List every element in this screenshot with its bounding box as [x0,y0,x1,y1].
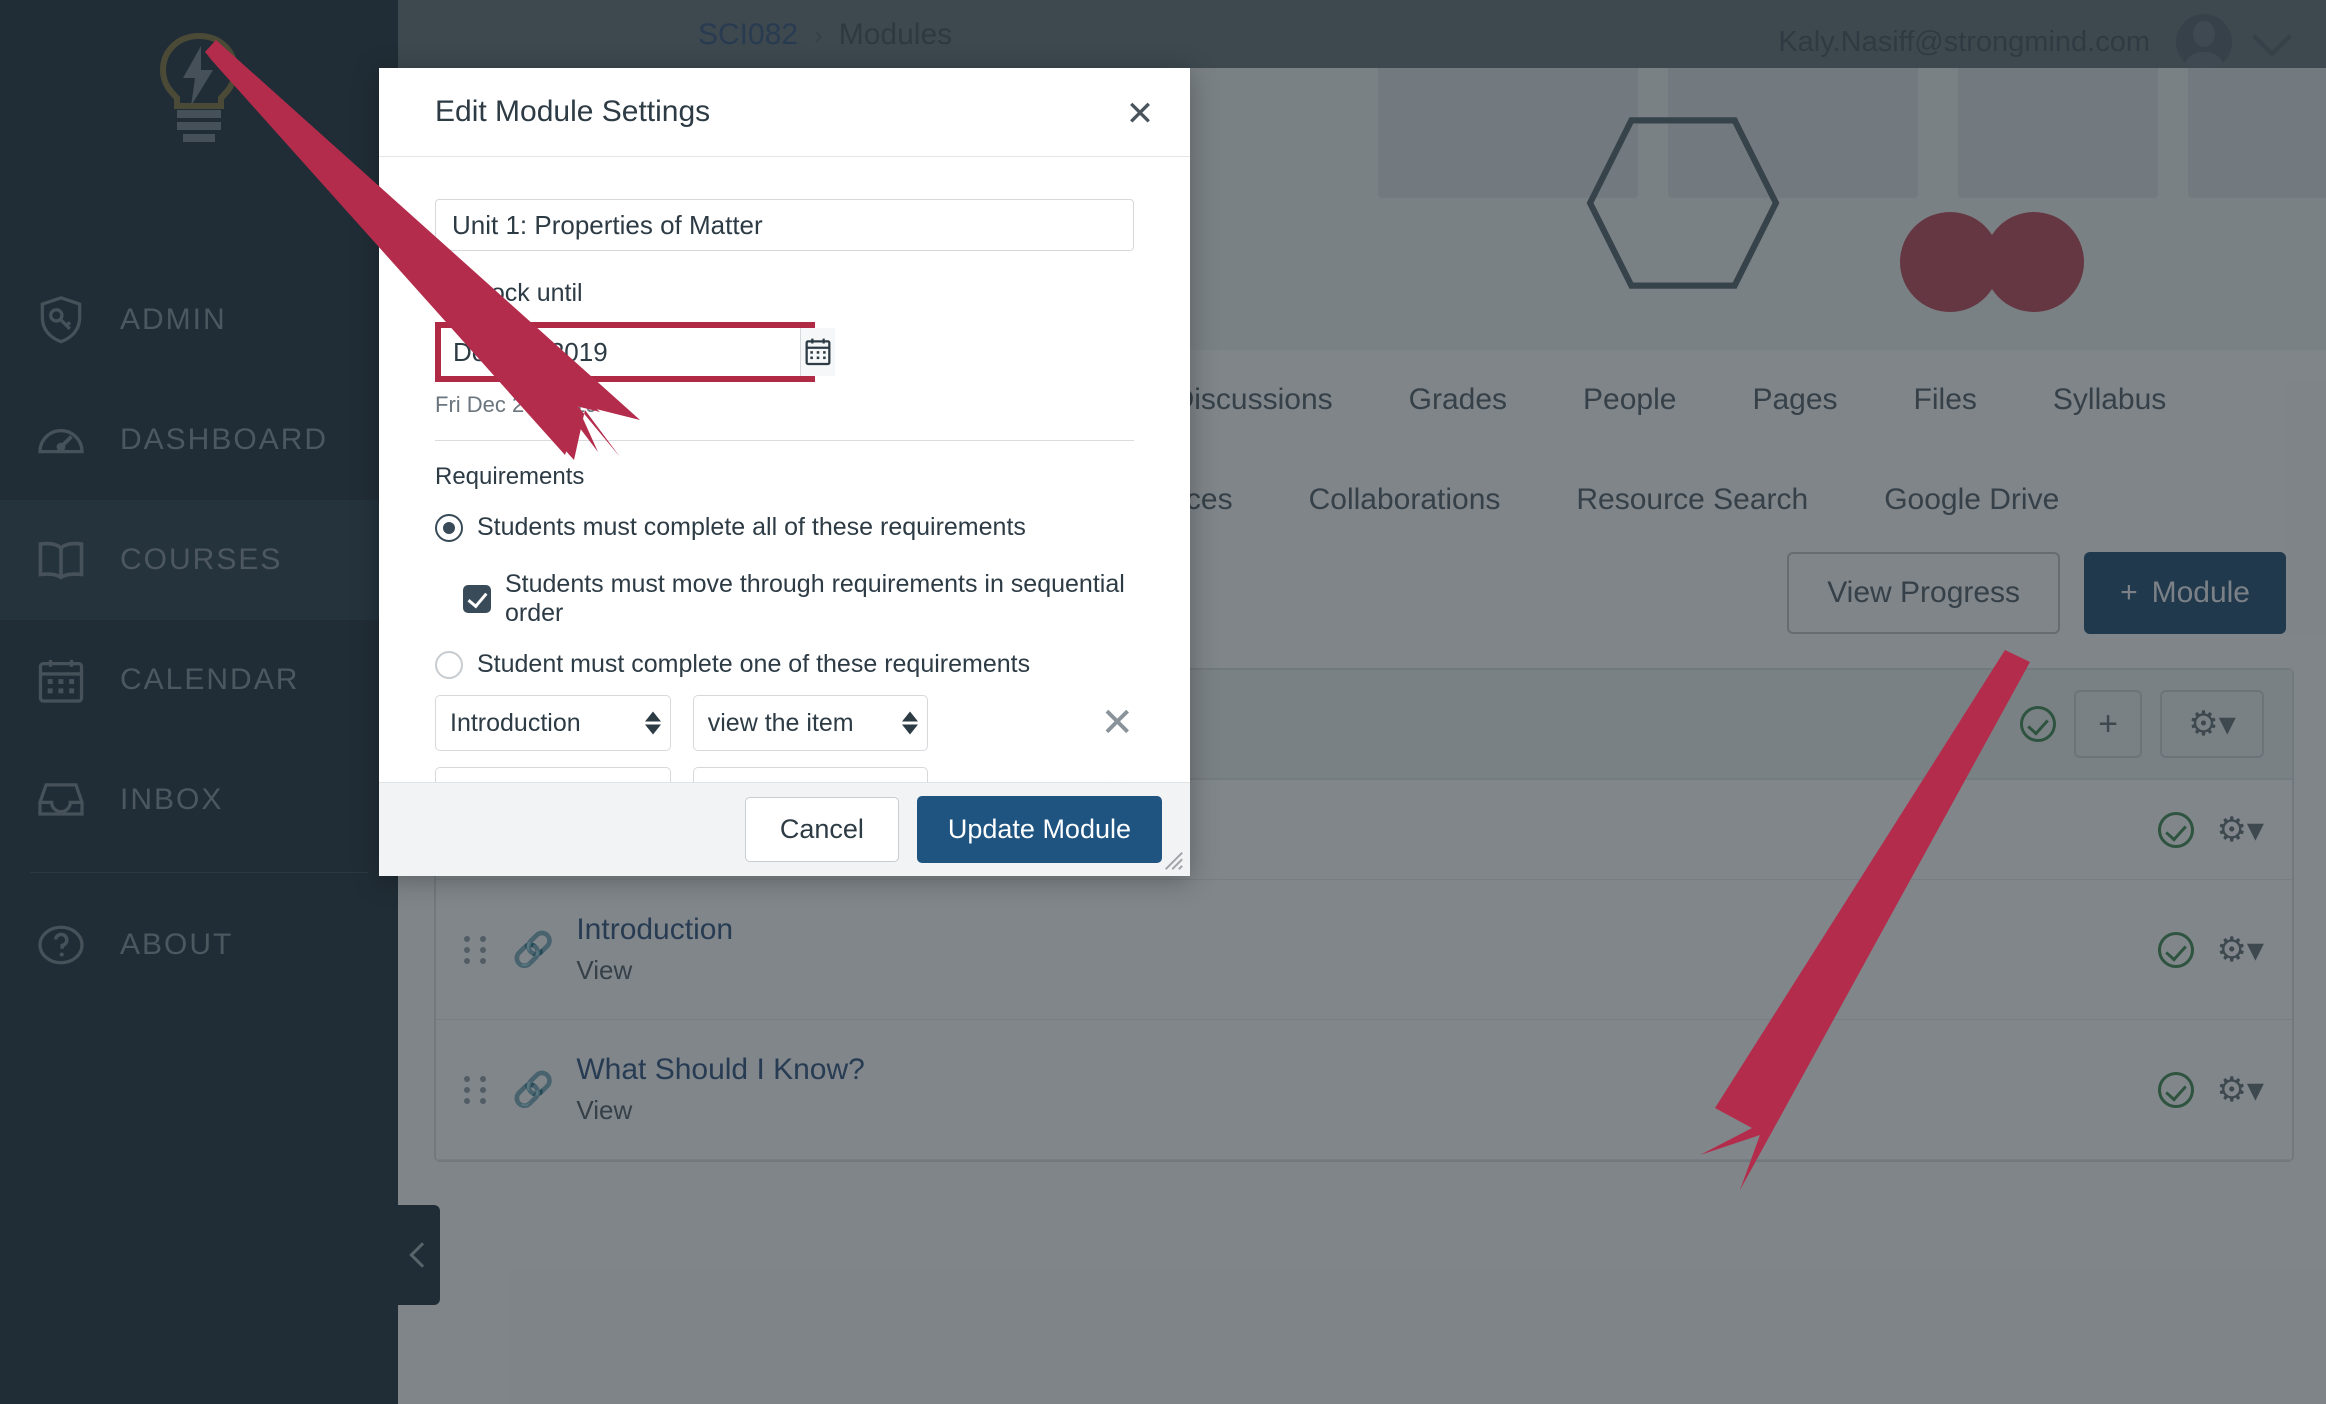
update-module-button[interactable]: Update Module [916,796,1162,863]
requirement-mode-one-label: Student must complete one of these requi… [477,650,1031,678]
section-divider [435,440,1134,441]
requirement-row: Introduction view the item ✕ [435,695,1134,751]
delete-requirement-icon[interactable]: ✕ [1100,703,1134,743]
requirement-mode-one-radio[interactable] [435,650,463,679]
lock-until-checkbox-row[interactable]: Lock until [435,279,1134,308]
lock-until-label: Lock until [477,279,583,307]
edit-module-settings-dialog: Edit Module Settings ✕ Module name Lock … [379,68,1190,876]
chevron-updown-icon [902,711,919,735]
lock-until-checkbox[interactable] [435,279,463,308]
requirement-item-select[interactable]: What Should I Know? [435,767,671,782]
cancel-button[interactable]: Cancel [744,797,899,862]
requirement-mode-all-label: Students must complete all of these requ… [477,513,1026,541]
lock-until-date-hint: Fri Dec 20, 2019 [435,392,598,417]
chevron-updown-icon [644,711,661,735]
sequential-order-checkbox[interactable] [463,585,491,613]
requirement-mode-all-radio[interactable] [435,513,463,542]
dialog-body: Module name Lock until [379,157,1190,782]
close-icon[interactable]: ✕ [1120,94,1160,134]
requirement-item-select[interactable]: Introduction [435,695,671,751]
dialog-footer: Cancel Update Module [379,782,1190,876]
requirement-type-select[interactable]: view the item [692,695,929,751]
requirements-legend: Requirements [435,463,585,490]
requirement-type-select[interactable]: view the item [692,767,929,782]
delete-requirement-icon[interactable]: ✕ [1100,775,1134,782]
screen-root: ADMIN DASHBOARD [0,0,2326,1404]
calendar-icon[interactable] [800,328,835,376]
sequential-order-row[interactable]: Students must move through requirements … [463,570,1134,628]
resize-grip-icon[interactable] [1162,849,1184,871]
lock-until-date-input[interactable] [441,328,800,376]
module-name-input[interactable] [435,199,1134,251]
sequential-order-label: Students must move through requirements … [505,570,1125,627]
dialog-title: Edit Module Settings [435,95,711,128]
requirement-mode-one-row[interactable]: Student must complete one of these requi… [435,650,1134,679]
dialog-header: Edit Module Settings ✕ [379,68,1190,156]
requirement-item-value: Introduction [450,708,581,737]
requirement-type-value: view the item [707,708,854,737]
lock-until-date-field[interactable] [435,322,835,382]
requirement-mode-all-row[interactable]: Students must complete all of these requ… [435,513,1134,542]
requirement-row: What Should I Know? view the item ✕ [435,767,1134,782]
